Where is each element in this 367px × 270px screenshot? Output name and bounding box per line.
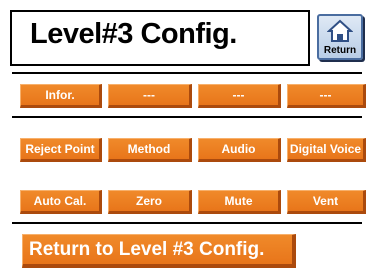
method-button[interactable]: Method [108,138,192,162]
digital-voice-button[interactable]: Digital Voice [287,138,366,162]
top-divider [12,72,362,74]
return-to-level3-button[interactable]: Return to Level #3 Config. [22,234,296,268]
empty-button-2[interactable]: --- [198,84,281,108]
empty-button-3[interactable]: --- [287,84,366,108]
empty-button-1[interactable]: --- [108,84,192,108]
page-title: Level#3 Config. [30,18,237,50]
bottom-divider [12,222,362,224]
info-button[interactable]: Infor. [20,84,102,108]
return-icon-button[interactable]: Return [317,14,363,60]
home-return-icon [327,19,353,42]
return-icon-label: Return [323,45,357,56]
vent-button[interactable]: Vent [287,190,366,214]
audio-button[interactable]: Audio [198,138,281,162]
auto-cal-button[interactable]: Auto Cal. [20,190,102,214]
reject-point-button[interactable]: Reject Point [20,138,102,162]
zero-button[interactable]: Zero [108,190,192,214]
title-panel: Level#3 Config. [10,10,310,66]
middle-divider [12,116,362,118]
mute-button[interactable]: Mute [198,190,281,214]
